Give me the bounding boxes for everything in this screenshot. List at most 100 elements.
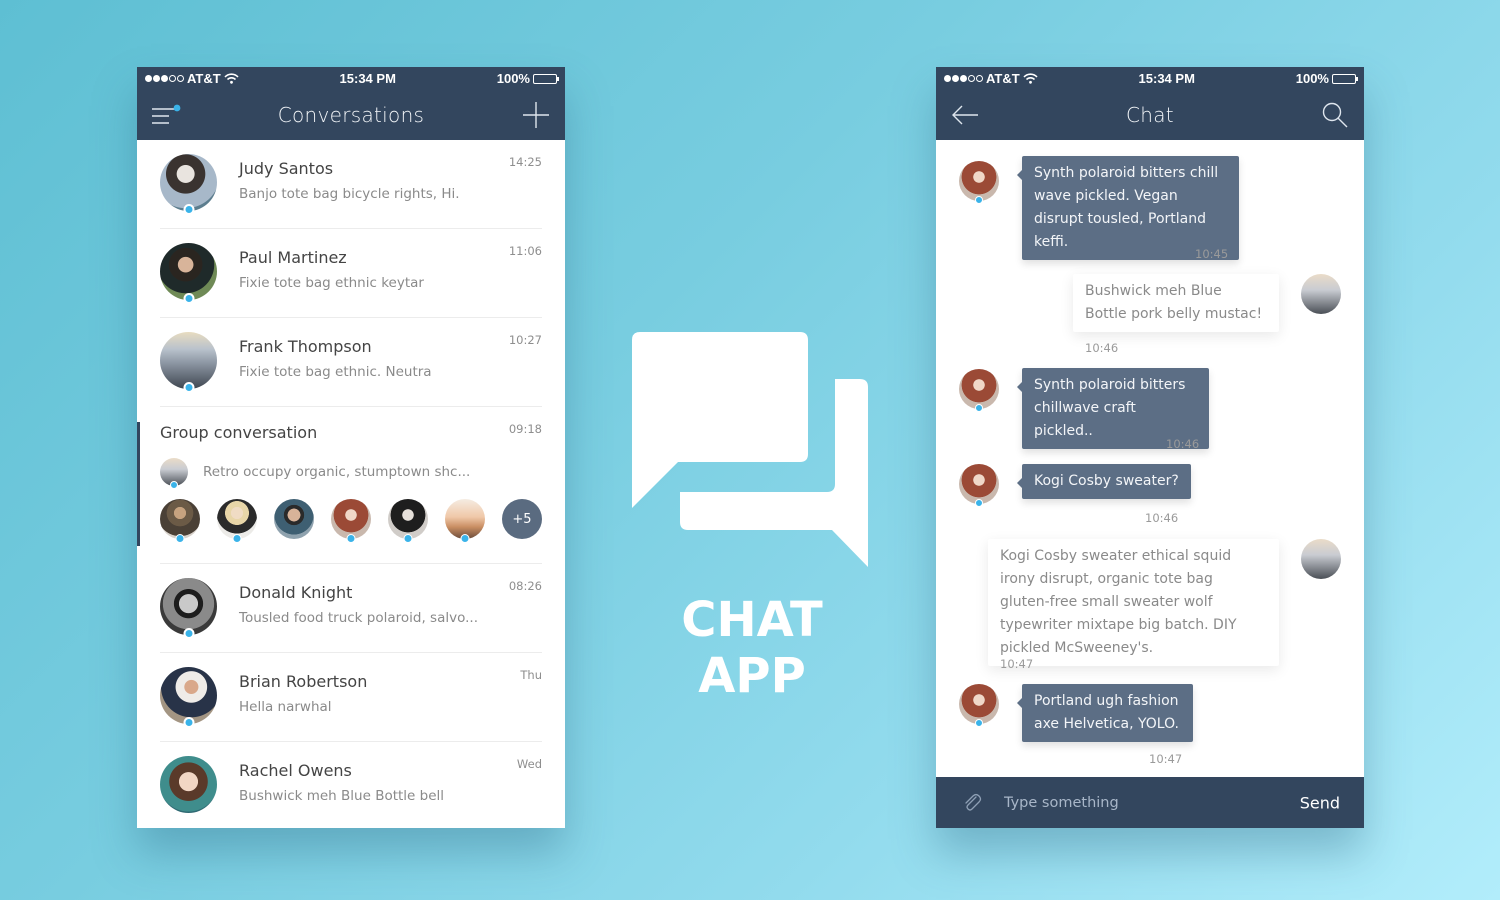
contact-name: Donald Knight: [239, 583, 353, 602]
group-conversation-item[interactable]: Group conversation 09:18 Retro occupy or…: [137, 407, 565, 564]
message-time: 11:06: [508, 244, 542, 258]
status-bar: AT&T 15:34 PM 100%: [936, 67, 1364, 90]
conversation-item[interactable]: Judy Santos Banjo tote bag bicycle right…: [137, 140, 565, 229]
message-time: 10:45: [1195, 247, 1229, 261]
message-preview: Banjo tote bag bicycle rights, Hi.: [239, 186, 460, 202]
chat-bubbles-icon: [632, 332, 868, 567]
signal-strength-icon: [944, 75, 983, 82]
online-indicator: [975, 499, 983, 507]
online-indicator: [975, 719, 983, 727]
sender-avatar: [959, 161, 999, 204]
avatar: [160, 756, 217, 813]
avatar: [160, 578, 217, 639]
clock: 15:34 PM: [1138, 71, 1195, 86]
more-members-badge[interactable]: +5: [502, 499, 542, 539]
avatar: [160, 154, 217, 215]
member-avatar[interactable]: [217, 499, 257, 543]
message-time: 08:26: [508, 579, 542, 593]
avatar: [160, 332, 217, 393]
message-time: 10:46: [1085, 341, 1119, 355]
menu-button[interactable]: [149, 98, 183, 132]
sender-avatar: [959, 369, 999, 412]
conversations-header: AT&T 15:34 PM 100% Conversations: [137, 67, 565, 140]
carrier-label: AT&T: [986, 71, 1020, 86]
sender-avatar: [959, 684, 999, 727]
signal-strength-icon: [145, 75, 184, 82]
battery-icon: [532, 73, 559, 84]
message-time: Wed: [516, 757, 542, 771]
message-preview: Retro occupy organic, stumptown shc...: [203, 464, 471, 480]
online-indicator: [183, 293, 194, 304]
online-indicator: [170, 481, 178, 489]
message-preview: Fixie tote bag ethnic. Neutra: [239, 364, 432, 380]
search-icon: [1322, 102, 1348, 128]
message-bubble: Kogi Cosby sweater ethical squid irony d…: [988, 539, 1279, 666]
status-bar: AT&T 15:34 PM 100%: [137, 67, 565, 90]
my-avatar: [1301, 539, 1341, 579]
conversation-item[interactable]: Brian Robertson Hella narwhal Thu: [137, 653, 565, 742]
message-time: 10:47: [1149, 752, 1183, 766]
send-button[interactable]: Send: [1300, 793, 1340, 812]
battery-percent: 100%: [496, 71, 530, 86]
member-avatar[interactable]: [388, 499, 428, 543]
message-time: 10:47: [1000, 657, 1034, 671]
online-indicator: [975, 196, 983, 204]
group-members: +5: [160, 499, 542, 543]
message-bubble: Portland ugh fashion axe Helvetica, YOLO…: [1017, 684, 1193, 742]
contact-name: Frank Thompson: [239, 337, 372, 356]
attach-button[interactable]: [956, 786, 990, 820]
back-button[interactable]: [948, 98, 982, 132]
conversation-item[interactable]: Donald Knight Tousled food truck polaroi…: [137, 564, 565, 653]
message-composer: Send: [936, 777, 1364, 828]
member-avatar[interactable]: [445, 499, 485, 543]
member-avatar[interactable]: [331, 499, 371, 543]
online-indicator: [183, 382, 194, 393]
search-button[interactable]: [1318, 98, 1352, 132]
wifi-icon: [1023, 73, 1038, 84]
message-time: 10:46: [1145, 511, 1179, 525]
sender-avatar: [959, 464, 999, 507]
page-title: Chat: [1126, 103, 1174, 127]
conversation-list: Judy Santos Banjo tote bag bicycle right…: [137, 140, 565, 828]
new-conversation-button[interactable]: [519, 98, 553, 132]
contact-name: Rachel Owens: [239, 761, 352, 780]
message-input[interactable]: [1004, 794, 1274, 811]
online-indicator: [232, 534, 242, 543]
member-avatar[interactable]: [160, 499, 200, 543]
message-preview: Bushwick meh Blue Bottle bell: [239, 788, 445, 804]
arrow-left-icon: [952, 105, 978, 125]
message-time: Thu: [520, 668, 542, 682]
conversation-item[interactable]: Frank Thompson Fixie tote bag ethnic. Ne…: [137, 318, 565, 407]
conversation-item[interactable]: Rachel Owens Bushwick meh Blue Bottle be…: [137, 742, 565, 828]
message-list: Synth polaroid bitters chill wave pickle…: [936, 140, 1364, 777]
online-indicator: [403, 534, 413, 543]
plus-icon: [523, 102, 549, 128]
online-indicator: [183, 717, 194, 728]
message-time: 14:25: [508, 155, 542, 169]
contact-name: Paul Martinez: [239, 248, 347, 267]
message-time: 10:46: [1166, 437, 1200, 451]
clock: 15:34 PM: [339, 71, 396, 86]
message-bubble: Synth polaroid bitters chill wave pickle…: [1017, 156, 1239, 260]
online-indicator: [975, 404, 983, 412]
chat-screen: AT&T 15:34 PM 100% Chat Synth polaroid b…: [936, 67, 1364, 828]
carrier-label: AT&T: [187, 71, 221, 86]
paperclip-icon: [965, 793, 982, 811]
online-indicator: [183, 204, 194, 215]
online-indicator: [460, 534, 470, 543]
message-bubble: Bushwick meh Blue Bottle pork belly must…: [1073, 274, 1279, 332]
hamburger-menu-icon: [152, 104, 181, 124]
online-indicator: [175, 534, 185, 543]
message-preview: Fixie tote bag ethnic keytar: [239, 275, 424, 291]
my-avatar: [1301, 274, 1341, 314]
contact-name: Judy Santos: [239, 159, 334, 178]
message-time: 09:18: [508, 422, 542, 436]
message-preview: Hella narwhal: [239, 699, 332, 715]
selected-indicator: [137, 422, 140, 546]
group-title: Group conversation: [160, 423, 318, 442]
avatar: [160, 458, 188, 489]
avatar: [160, 667, 217, 728]
wifi-icon: [224, 73, 239, 84]
conversation-item[interactable]: Paul Martinez Fixie tote bag ethnic keyt…: [137, 229, 565, 318]
chat-header: AT&T 15:34 PM 100% Chat: [936, 67, 1364, 140]
